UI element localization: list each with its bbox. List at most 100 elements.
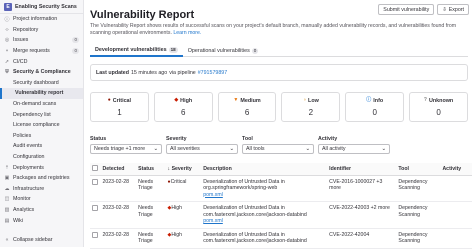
select-all-cell [90,163,101,176]
sidebar-item-analytics[interactable]: ▥ Analytics [0,205,83,216]
tab-label: Operational vulnerabilities [187,47,250,54]
sidebar-item-vulnerability-report[interactable]: Vulnerability report [0,88,83,99]
tab-operational-vulnerabilities[interactable]: Operational vulnerabilities 0 [183,44,264,57]
column-header-severity[interactable]: ↓ Severity [165,163,202,176]
last-updated-via: via pipeline [169,69,196,76]
project-header[interactable]: E Enabling Security Scans [0,0,83,14]
filter-value: All activity [322,146,346,152]
severity-cell: ● Critical [165,175,202,202]
filter-label: Status [90,136,107,142]
sidebar-item-label: Packages and registries [13,175,70,182]
page-title: Vulnerability Report [90,9,195,21]
severity-cell: ◆ High [165,228,202,249]
sidebar-item-repository[interactable]: ‹› Repository [0,25,83,36]
severity-name: Info [373,97,384,104]
severity-name: Low [308,97,319,104]
export-button[interactable]: ⇩ Export [437,4,469,15]
description-cell: Deserialization of Untrusted Data in org… [201,175,328,202]
select-all-checkbox[interactable] [92,164,98,171]
sidebar-item-monitor[interactable]: ◫ Monitor [0,194,83,205]
severity-name: High [180,97,193,104]
table-row[interactable]: 2023-02-28 Needs Triage ◆ High Deserializat… [90,201,472,229]
sidebar-item-label: Vulnerability report [15,90,64,97]
issues-icon: ◎ [4,37,10,44]
description-text: The Vulnerability Report shows results o… [90,23,457,36]
count-badge: 0 [72,48,79,55]
column-header-detected[interactable]: Detected [100,163,137,176]
vulnerability-link[interactable]: Deserialization of Untrusted Data in com… [203,205,325,218]
sidebar-item-project-information[interactable]: ⓘ Project information [0,14,83,25]
row-checkbox[interactable] [92,205,98,211]
detected-date: 2023-02-28 [102,205,130,211]
row-checkbox[interactable] [92,178,98,185]
column-header-label: Activity [442,165,462,172]
severity-card-label: ▼ Medium [233,98,260,104]
sidebar-item-label: CI/CD [13,58,28,65]
sidebar-item-on-demand-scans[interactable]: On-demand scans [0,99,83,110]
filter-dropdown[interactable]: All tools ⌄ [242,144,314,154]
sidebar-item-policies[interactable]: Policies [0,131,83,142]
tab-development-vulnerabilities[interactable]: Development vulnerabilities 18 [90,44,183,57]
sidebar-item-license-compliance[interactable]: License compliance [0,120,83,131]
sidebar-item-security-compliance[interactable]: ⛨ Security & Compliance [0,67,83,78]
sidebar-item-wiki[interactable]: ▤ Wiki [0,215,83,226]
filter-value: All tools [246,146,265,152]
column-header-label: Identifier [329,165,352,172]
filter-dropdown[interactable]: All activity ⌄ [318,144,390,154]
sidebar-item-ci-cd[interactable]: ➚ CI/CD [0,56,83,67]
table-row[interactable]: 2023-02-28 Needs Triage ● Critical Deserial… [90,175,472,202]
sidebar-item-audit-events[interactable]: Audit events [0,141,83,152]
row-checkbox[interactable] [92,231,98,238]
status-text: Needs Triage [138,231,154,245]
sidebar-item-label: Security dashboard [13,79,59,86]
status-cell: Needs Triage [136,175,166,202]
sidebar-item-security-dashboard[interactable]: Security dashboard [0,78,83,89]
sidebar-item-label: Policies [13,132,32,139]
code-icon: ‹› [5,26,9,33]
chevron-down-icon: ⌄ [153,146,158,152]
file-location-link[interactable]: pom.xml [203,192,223,198]
medium-icon: ▼ [233,97,239,103]
collapse-sidebar-button[interactable]: « Collapse sidebar [0,234,83,245]
table-row[interactable]: 2023-02-28 Needs Triage ◆ High Deserializat… [90,228,472,249]
sidebar-item-packages-and-registries[interactable]: ▣ Packages and registries [0,173,83,184]
severity-card-critical: ● Critical 1 [90,92,149,122]
vulnerability-link[interactable]: Deserialization of Untrusted Data in com… [203,232,325,245]
package-icon: ▣ [4,175,10,182]
filter-dropdown[interactable]: All severities ⌄ [166,144,238,154]
count-badge: 0 [72,37,79,44]
severity-card-label: ◆ High [174,98,192,104]
description-cell: Deserialization of Untrusted Data in com… [201,201,328,229]
row-select-cell [90,201,101,229]
sidebar-item-deployments[interactable]: ⇡ Deployments [0,162,83,173]
vulnerability-link[interactable]: Deserialization of Untrusted Data in org… [203,179,325,192]
severity-card-label: ⓘ Info [366,98,383,104]
sidebar-item-label: Repository [13,26,39,33]
identifier-text: CVE-2022-42004 [329,231,370,238]
filter-dropdown[interactable]: Needs triage +1 more ⌄ [90,144,162,154]
row-select-cell [90,228,101,249]
detected-cell: 2023-02-28 [100,228,137,249]
submit-vulnerability-button[interactable]: Submit vulnerability [378,4,435,15]
identifier-cell: CVE-2022-42003 +2 more [327,201,397,229]
monitor-icon: ◫ [4,196,10,203]
pipeline-link[interactable]: #791579897 [198,70,227,76]
sidebar-item-label: Issues [13,37,29,44]
file-location-link[interactable]: pom.xml [203,218,223,224]
status-cell: Needs Triage [136,201,166,229]
column-header-identifier: Identifier [327,163,397,176]
tab-count-badge: 0 [251,47,259,54]
filter-activity: Activity All activity ⌄ [318,136,390,156]
sidebar-item-issues[interactable]: ◎ Issues 0 [0,35,83,46]
tool-cell: Dependency Scanning [396,228,441,249]
last-updated-time: 15 minutes ago [130,69,168,76]
learn-more-link[interactable]: Learn more. [173,30,201,36]
cloud-icon: ☁ [4,185,10,192]
last-updated-prefix: Last updated [96,69,129,76]
severity-text: High [171,205,183,211]
severity-name: Unknown [428,97,454,104]
sidebar-item-dependency-list[interactable]: Dependency list [0,109,83,120]
sidebar-item-merge-requests[interactable]: ⑂ Merge requests 0 [0,46,83,57]
sidebar-item-configuration[interactable]: Configuration [0,152,83,163]
sidebar-item-infrastructure[interactable]: ☁ Infrastructure [0,184,83,195]
